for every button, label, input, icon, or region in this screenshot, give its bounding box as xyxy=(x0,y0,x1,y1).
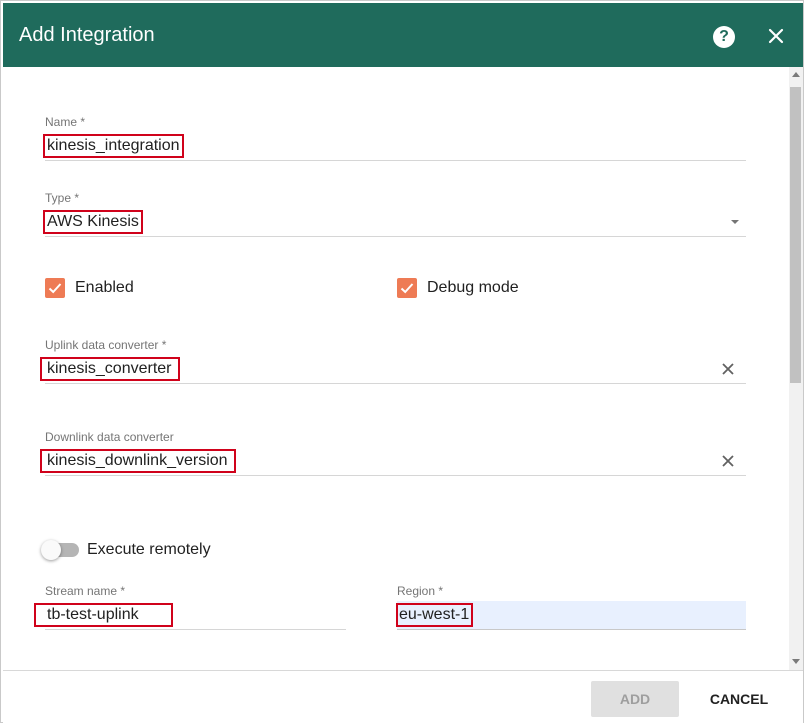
type-underline xyxy=(45,236,746,237)
downlink-converter-field[interactable]: Downlink data converter kinesis_downlink… xyxy=(40,430,746,478)
name-field[interactable]: Name * kinesis_integration xyxy=(43,115,746,163)
type-select[interactable]: AWS Kinesis xyxy=(43,210,143,234)
vertical-scrollbar[interactable] xyxy=(789,67,803,670)
type-field[interactable]: Type * AWS Kinesis xyxy=(43,191,746,239)
name-underline xyxy=(45,160,746,161)
stream-name-input[interactable]: tb-test-uplink xyxy=(34,603,173,627)
region-underline xyxy=(397,629,746,630)
scrollbar-thumb[interactable] xyxy=(790,87,801,383)
dialog-title: Add Integration xyxy=(19,24,155,46)
debug-mode-label[interactable]: Debug mode xyxy=(427,279,519,297)
downlink-converter-input[interactable]: kinesis_downlink_version xyxy=(40,449,236,473)
enabled-label[interactable]: Enabled xyxy=(75,279,134,297)
downlink-converter-label: Downlink data converter xyxy=(45,430,174,444)
stream-name-underline xyxy=(45,629,346,630)
region-field[interactable]: Region * eu-west-1 xyxy=(395,584,746,632)
scroll-down-icon[interactable] xyxy=(792,659,800,664)
name-input[interactable]: kinesis_integration xyxy=(43,134,184,158)
scroll-up-icon[interactable] xyxy=(792,72,800,77)
uplink-converter-field[interactable]: Uplink data converter * kinesis_converte… xyxy=(40,338,746,386)
toggle-knob[interactable] xyxy=(41,540,61,560)
name-label: Name * xyxy=(45,115,86,129)
uplink-converter-underline xyxy=(45,383,746,384)
help-icon[interactable]: ? xyxy=(713,26,735,48)
add-integration-dialog: Add Integration ? Name * kinesis_integra… xyxy=(0,0,804,723)
clear-icon[interactable] xyxy=(720,453,736,469)
debug-mode-checkbox[interactable] xyxy=(397,278,417,298)
uplink-converter-input[interactable]: kinesis_converter xyxy=(40,357,180,381)
chevron-down-icon[interactable] xyxy=(731,220,739,224)
dialog-header: Add Integration ? xyxy=(3,3,803,67)
dialog-content: Name * kinesis_integration Type * AWS Ki… xyxy=(3,67,789,670)
close-icon[interactable] xyxy=(763,23,789,49)
check-icon xyxy=(400,283,414,294)
region-label: Region * xyxy=(397,584,444,598)
clear-icon[interactable] xyxy=(720,361,736,377)
downlink-converter-underline xyxy=(45,475,746,476)
region-input[interactable]: eu-west-1 xyxy=(395,603,474,627)
dialog-footer: ADD CANCEL xyxy=(3,670,803,723)
type-label: Type * xyxy=(45,191,80,205)
stream-name-label: Stream name * xyxy=(45,584,126,598)
check-icon xyxy=(48,283,62,294)
execute-remotely-label[interactable]: Execute remotely xyxy=(87,541,211,559)
stream-name-field[interactable]: Stream name * tb-test-uplink xyxy=(34,584,346,632)
enabled-checkbox[interactable] xyxy=(45,278,65,298)
uplink-converter-label: Uplink data converter * xyxy=(45,338,167,352)
cancel-button[interactable]: CANCEL xyxy=(691,681,787,717)
add-button[interactable]: ADD xyxy=(591,681,679,717)
